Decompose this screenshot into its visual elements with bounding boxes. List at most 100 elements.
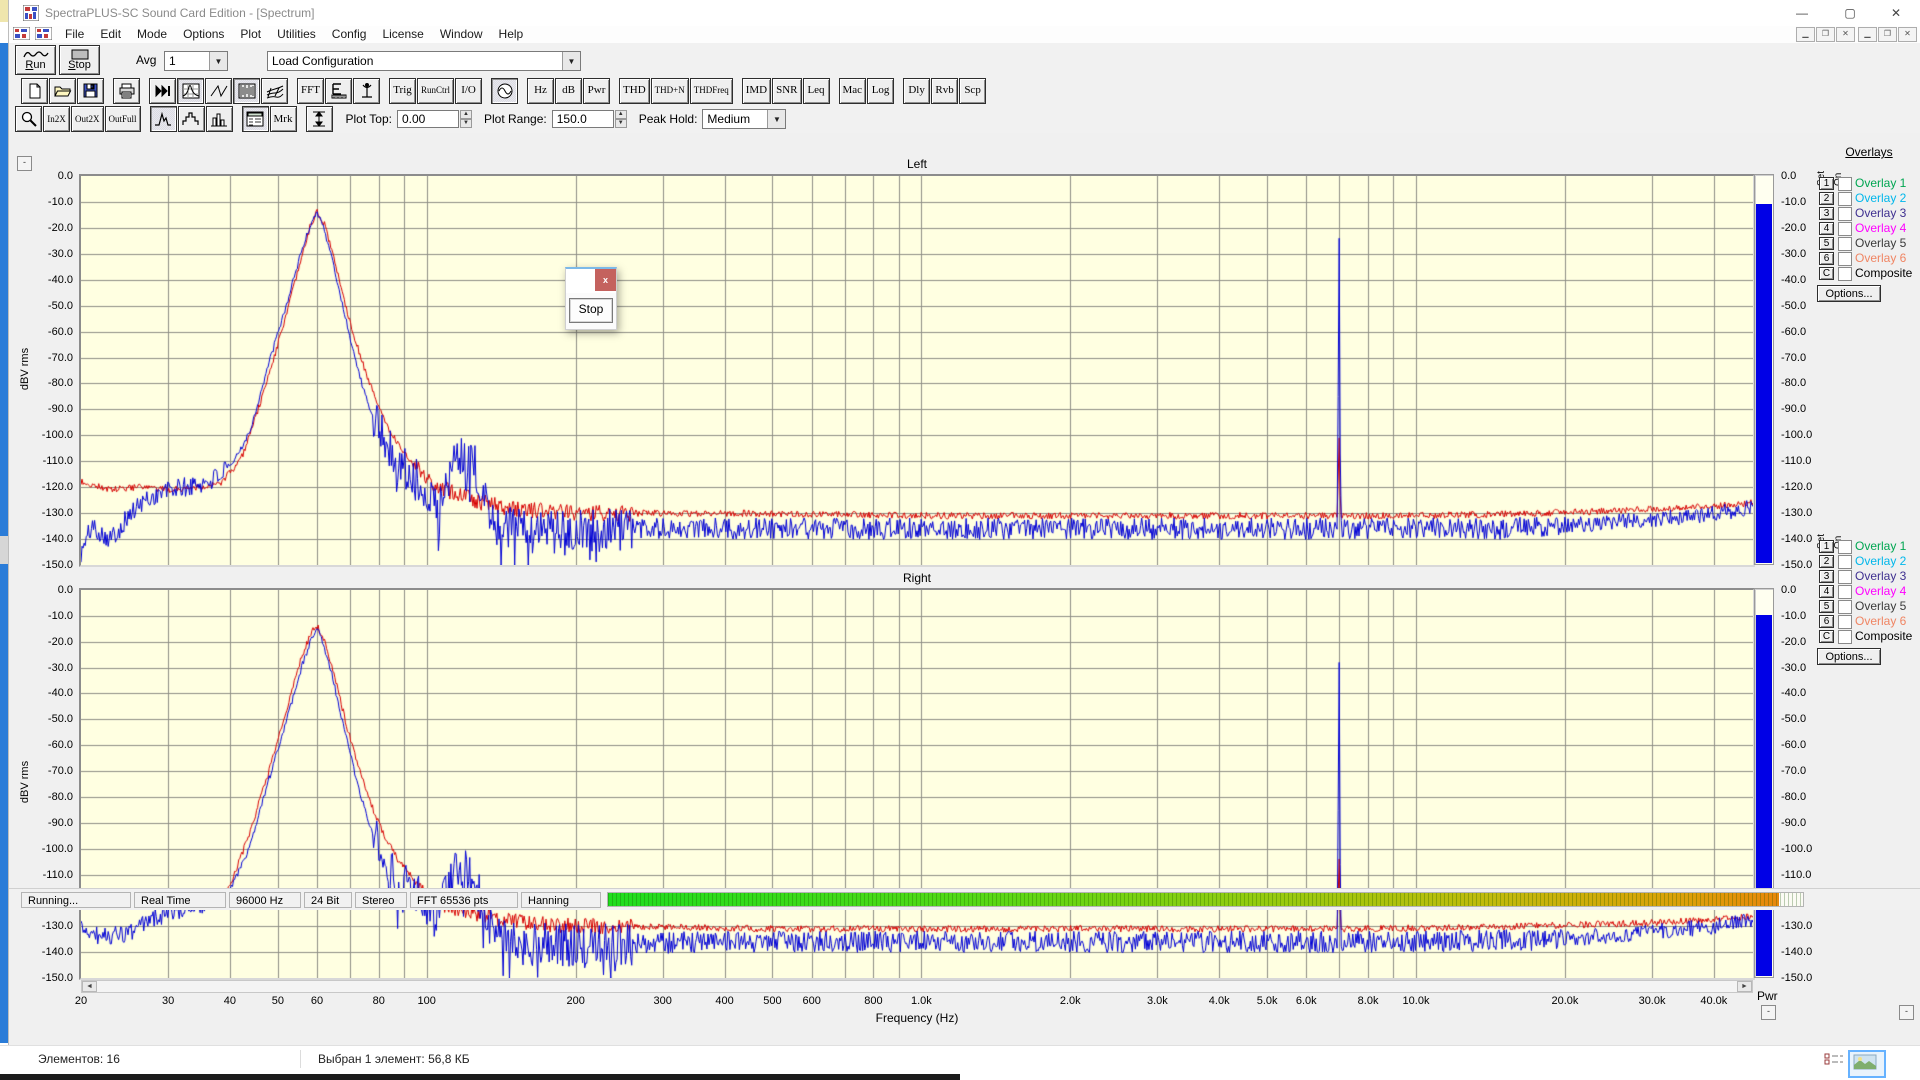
toolbar-scope-button[interactable]: Scp [959,78,986,104]
mdi-restore-icon-2[interactable]: ❐ [1878,27,1897,42]
toolbar-fft-settings-button[interactable]: FFT [297,78,324,104]
overlay-on-checkbox-c[interactable] [1838,267,1852,281]
overlay-on-checkbox-4[interactable] [1838,222,1852,236]
toolbar-new-button[interactable] [21,78,48,104]
overlay-set-button-c[interactable]: C [1819,630,1834,643]
overlay-set-button-1[interactable]: 1 [1819,540,1834,553]
menu-window[interactable]: Window [432,26,491,42]
avg-dropdown-icon[interactable]: ▼ [209,52,227,70]
configuration-dropdown-icon[interactable]: ▼ [562,52,580,70]
plot-top-input-up-icon[interactable]: ▲ [460,110,472,119]
plot-range-input-down-icon[interactable]: ▼ [615,119,627,128]
plot-top-input-spinner[interactable]: ▲▼ [460,110,472,128]
toolbar-zoom-out-full-button[interactable]: OutFull [105,106,141,132]
plot-range-input-spinner[interactable]: ▲▼ [615,110,627,128]
toolbar-marker-button[interactable]: Mrk [270,106,297,132]
overlay-set-button-6[interactable]: 6 [1819,615,1834,628]
toolbar-snr-button[interactable]: SNR [772,78,801,104]
plot-range-input[interactable]: 150.0 [552,110,614,128]
spectrum-plot-left-canvas[interactable] [81,176,1753,565]
close-button[interactable]: ✕ [1873,0,1919,26]
toolbar-trigger-button[interactable]: Trig [389,78,416,104]
toolbar-thd-n-button[interactable]: THD+N [651,78,689,104]
menu-plot[interactable]: Plot [232,26,269,42]
menu-help[interactable]: Help [491,26,532,42]
toolbar-narrowband-button[interactable] [150,106,177,132]
overlay-set-button-3[interactable]: 3 [1819,570,1834,583]
spectrum-plot-right[interactable] [79,588,1755,980]
overlay-set-button-6[interactable]: 6 [1819,252,1834,265]
menu-utilities[interactable]: Utilities [269,26,324,42]
overlay-on-checkbox-5[interactable] [1838,237,1852,251]
mdi-minimize-icon-2[interactable]: ▁ [1858,27,1877,42]
run-button[interactable]: Run [15,45,56,75]
menu-options[interactable]: Options [175,26,232,42]
toolbar-reverb-button[interactable]: Rvb [931,78,958,104]
menu-config[interactable]: Config [324,26,375,42]
overlay-set-button-3[interactable]: 3 [1819,207,1834,220]
mdi-doc-icon-2[interactable] [35,27,52,40]
toolbar-waveform-view-button[interactable] [205,78,232,104]
toolbar-run-control-button[interactable]: RunCtrl [417,78,454,104]
minimize-button[interactable]: — [1779,0,1825,26]
overlay-on-checkbox-c[interactable] [1838,630,1852,644]
pane-collapse-icon-meter[interactable]: - [1761,1005,1776,1020]
scroll-left-icon[interactable]: ◄ [82,981,97,992]
toolbar-bars-button[interactable] [206,106,233,132]
overlay-set-button-4[interactable]: 4 [1819,222,1834,235]
toolbar-hz-button[interactable]: Hz [527,78,554,104]
toolbar-vertical-range-button[interactable] [306,106,333,132]
overlay-set-button-5[interactable]: 5 [1819,600,1834,613]
toolbar-pwr-button[interactable]: Pwr [583,78,610,104]
overlay-on-checkbox-5[interactable] [1838,600,1852,614]
menu-license[interactable]: License [374,26,431,42]
toolbar-leq-button[interactable]: Leq [803,78,830,104]
toolbar-spectrogram-view-button[interactable] [233,78,260,104]
toolbar-logging-button[interactable]: Log [867,78,894,104]
toolbar-db-button[interactable]: dB [555,78,582,104]
overlay-on-checkbox-4[interactable] [1838,585,1852,599]
peak-hold-dropdown-icon[interactable]: ▼ [767,110,785,128]
toolbar-spectrum-view-button[interactable] [177,78,204,104]
spectrum-plot-right-canvas[interactable] [81,590,1753,978]
avg-select[interactable]: 1 ▼ [164,51,228,71]
peak-hold-select[interactable]: Medium▼ [702,109,786,129]
menu-edit[interactable]: Edit [92,26,129,42]
overlay-on-checkbox-6[interactable] [1838,252,1852,266]
stop-dialog-titlebar[interactable]: x [566,269,616,293]
overlay-set-button-c[interactable]: C [1819,267,1834,280]
overlay-on-checkbox-2[interactable] [1838,555,1852,569]
overlays-options-button[interactable]: Options... [1817,285,1881,302]
toolbar-save-button[interactable] [77,78,104,104]
overlay-set-button-2[interactable]: 2 [1819,555,1834,568]
maximize-button[interactable]: ▢ [1827,0,1873,26]
spectrum-plot-left[interactable] [79,174,1755,567]
overlay-on-checkbox-1[interactable] [1838,177,1852,191]
overlay-on-checkbox-2[interactable] [1838,192,1852,206]
details-view-icon[interactable] [1824,1053,1846,1071]
overlay-on-checkbox-3[interactable] [1838,207,1852,221]
plot-top-input[interactable]: 0.00 [397,110,459,128]
toolbar-legend-button[interactable] [242,106,269,132]
pane-collapse-icon-right[interactable]: - [1899,1005,1914,1020]
mdi-doc-icon-1[interactable] [13,27,30,40]
toolbar-macro-button[interactable]: Mac [839,78,867,104]
stop-button[interactable]: Stop [59,45,100,75]
overlay-set-button-1[interactable]: 1 [1819,177,1834,190]
toolbar-thd-button[interactable]: THD [619,78,650,104]
toolbar-thd-freq-button[interactable]: THDFreq [690,78,733,104]
toolbar-zoom-out-2x-button[interactable]: Out2X [71,106,104,132]
mdi-close-icon[interactable]: ✕ [1836,27,1855,42]
overlay-on-checkbox-3[interactable] [1838,570,1852,584]
plot-top-input-down-icon[interactable]: ▼ [460,119,472,128]
mdi-restore-icon[interactable]: ❐ [1816,27,1835,42]
scroll-right-icon[interactable]: ► [1737,981,1752,992]
close-icon[interactable]: x [595,269,616,291]
toolbar-scaling-button[interactable] [325,78,352,104]
generator-stop-dialog[interactable]: x Stop [565,267,617,330]
toolbar-zoom-in-2x-button[interactable]: In2X [43,106,70,132]
toolbar-imd-button[interactable]: IMD [742,78,771,104]
toolbar-open-button[interactable] [49,78,76,104]
toolbar-pitch-button[interactable] [353,78,380,104]
toolbar-print-button[interactable] [113,78,140,104]
